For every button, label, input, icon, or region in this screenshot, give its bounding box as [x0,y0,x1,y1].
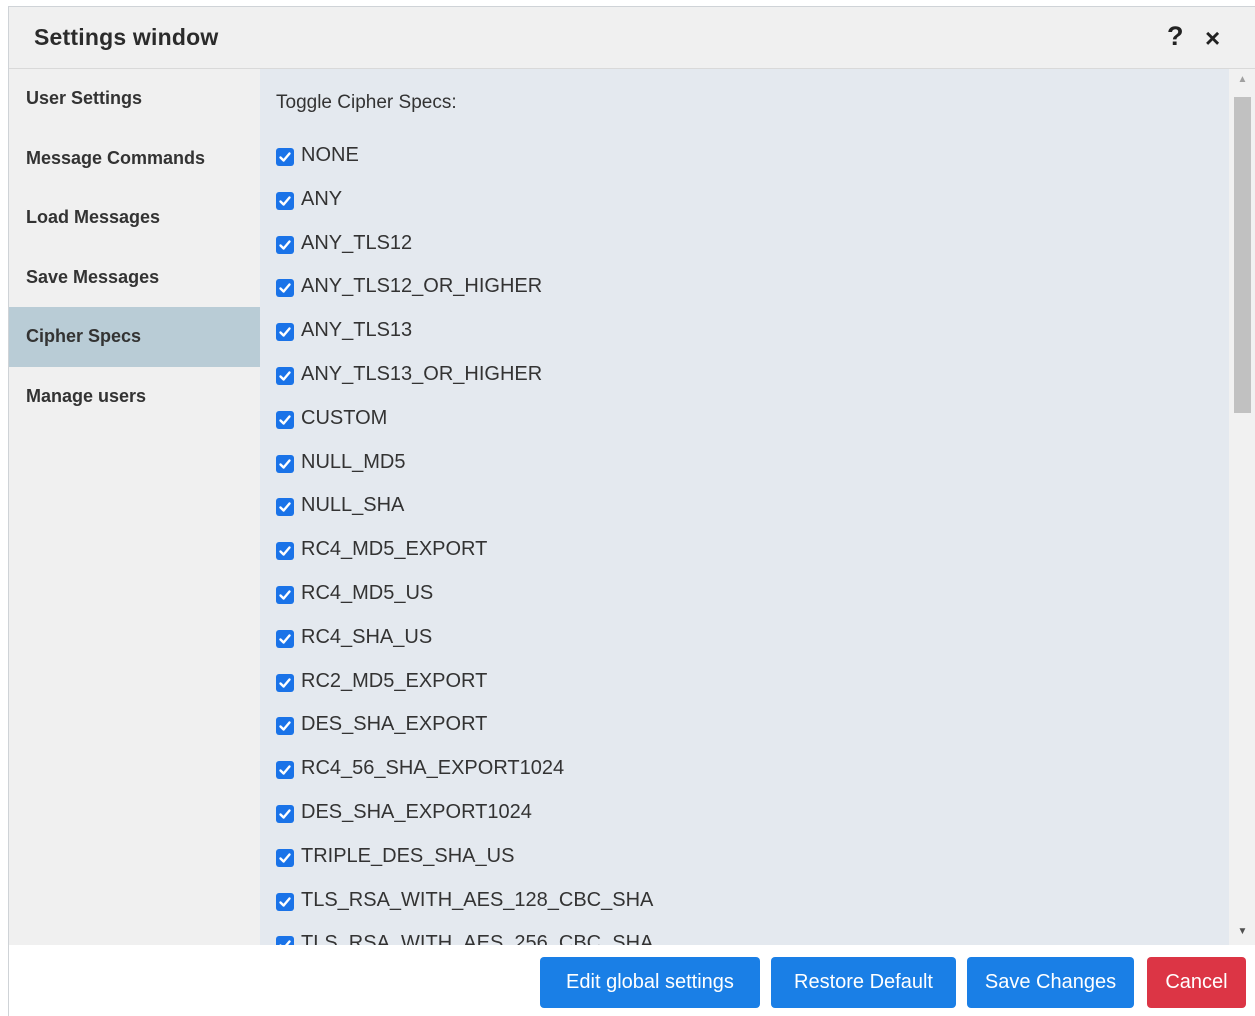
sidebar-item-label: Save Messages [26,266,160,287]
title-bar: Settings window ? × [9,7,1255,69]
sidebar-item-message-commands[interactable]: Message Commands [9,129,260,189]
checkbox-checked-icon[interactable] [276,848,294,867]
cipher-spec-label: RC4_MD5_EXPORT [301,538,488,561]
cipher-spec-row[interactable]: ANY_TLS12 [276,232,653,276]
sidebar-item-label: Manage users [26,385,147,406]
help-icon[interactable]: ? [1167,21,1184,51]
cipher-spec-row[interactable]: DES_SHA_EXPORT1024 [276,801,653,845]
cipher-spec-row[interactable]: NULL_SHA [276,494,653,538]
sidebar-item-label: User Settings [26,88,143,109]
dialog-footer: Edit global settings Restore Default Sav… [9,945,1255,1016]
checkbox-checked-icon[interactable] [276,498,294,517]
cipher-spec-row[interactable]: RC2_MD5_EXPORT [276,670,653,714]
cipher-spec-label: NONE [301,144,359,166]
checkbox-checked-icon[interactable] [276,629,294,648]
cipher-spec-label: CUSTOM [301,406,388,429]
cipher-spec-label: RC4_MD5_US [301,581,434,604]
cipher-spec-row[interactable]: ANY_TLS12_OR_HIGHER [276,275,653,319]
scroll-thumb[interactable] [1234,97,1251,413]
checkbox-checked-icon[interactable] [276,804,294,823]
cipher-spec-row[interactable]: CUSTOM [276,407,653,451]
scroll-up-arrow-icon[interactable]: ▲ [1229,73,1255,87]
scroll-down-arrow-icon[interactable]: ▼ [1229,925,1255,939]
cipher-spec-row[interactable]: RC4_56_SHA_EXPORT1024 [276,757,653,801]
edit-global-settings-button[interactable]: Edit global settings [540,957,760,1008]
checkbox-checked-icon[interactable] [276,323,294,342]
checkbox-checked-icon[interactable] [276,761,294,780]
cipher-spec-row[interactable]: RC4_MD5_EXPORT [276,538,653,582]
cipher-spec-row[interactable]: ANY_TLS13_OR_HIGHER [276,363,653,407]
panel-heading: Toggle Cipher Specs: [276,92,457,113]
cancel-button[interactable]: Cancel [1147,957,1246,1008]
sidebar-item-save-messages[interactable]: Save Messages [9,248,260,308]
cipher-spec-label: ANY [301,187,343,210]
cipher-spec-row[interactable]: ANY [276,188,653,232]
checkbox-checked-icon[interactable] [276,542,294,561]
sidebar-item-user-settings[interactable]: User Settings [9,69,260,129]
cipher-spec-row[interactable]: TLS_RSA_WITH_AES_128_CBC_SHA [276,889,653,933]
checkbox-checked-icon[interactable] [276,235,294,254]
checkbox-checked-icon[interactable] [276,148,294,166]
cipher-specs-panel: Toggle Cipher Specs: NONE ANY ANY_TLS12 ANY… [260,69,1229,945]
cipher-spec-label: ANY_TLS12 [301,231,413,254]
checkbox-checked-icon[interactable] [276,410,294,429]
cipher-spec-label: ANY_TLS12_OR_HIGHER [301,275,543,298]
sidebar-item-label: Load Messages [26,207,161,228]
save-changes-button[interactable]: Save Changes [967,957,1134,1008]
checkbox-checked-icon[interactable] [276,454,294,473]
cipher-spec-row[interactable]: RC4_MD5_US [276,582,653,626]
window-title: Settings window [34,24,219,50]
sidebar-item-label: Cipher Specs [26,326,142,347]
cipher-spec-list: NONE ANY ANY_TLS12 ANY_TLS12_OR_HIGHER ANY_T… [276,144,653,945]
cipher-spec-label: RC4_56_SHA_EXPORT1024 [301,757,565,780]
cipher-spec-label: ANY_TLS13_OR_HIGHER [301,362,543,385]
cipher-spec-label: TRIPLE_DES_SHA_US [301,844,515,867]
cipher-spec-row[interactable]: TLS_RSA_WITH_AES_256_CBC_SHA [276,932,653,945]
cipher-spec-label: TLS_RSA_WITH_AES_128_CBC_SHA [301,888,654,911]
checkbox-checked-icon[interactable] [276,279,294,298]
close-icon[interactable]: × [1205,23,1220,53]
settings-window: Settings window ? × User Settings Messag… [8,6,1255,1016]
cipher-spec-label: TLS_RSA_WITH_AES_256_CBC_SHA [301,932,654,945]
checkbox-checked-icon[interactable] [276,585,294,604]
checkbox-checked-icon[interactable] [276,366,294,385]
cipher-spec-label: DES_SHA_EXPORT1024 [301,800,532,823]
restore-default-button[interactable]: Restore Default [771,957,956,1008]
sidebar-item-load-messages[interactable]: Load Messages [9,188,260,248]
checkbox-checked-icon[interactable] [276,892,294,911]
cipher-spec-label: RC4_SHA_US [301,625,433,648]
cipher-spec-label: ANY_TLS13 [301,319,413,342]
cipher-spec-label: DES_SHA_EXPORT [301,713,488,736]
cipher-spec-row[interactable]: RC4_SHA_US [276,626,653,670]
checkbox-checked-icon[interactable] [276,191,294,210]
cipher-spec-label: NULL_MD5 [301,450,406,473]
cipher-spec-row[interactable]: TRIPLE_DES_SHA_US [276,845,653,889]
cipher-spec-label: RC2_MD5_EXPORT [301,669,488,692]
settings-sidebar: User Settings Message Commands Load Mess… [9,69,260,945]
checkbox-checked-icon[interactable] [276,936,294,945]
cipher-spec-row[interactable]: NONE [276,144,653,188]
cipher-spec-label: NULL_SHA [301,494,405,517]
cipher-spec-row[interactable]: DES_SHA_EXPORT [276,713,653,757]
checkbox-checked-icon[interactable] [276,673,294,692]
cipher-spec-row[interactable]: NULL_MD5 [276,451,653,495]
sidebar-item-manage-users[interactable]: Manage users [9,367,260,427]
cipher-spec-row[interactable]: ANY_TLS13 [276,319,653,363]
vertical-scrollbar[interactable]: ▲ ▼ [1229,69,1255,945]
sidebar-item-cipher-specs[interactable]: Cipher Specs [9,307,260,367]
sidebar-item-label: Message Commands [26,147,206,168]
checkbox-checked-icon[interactable] [276,717,294,736]
